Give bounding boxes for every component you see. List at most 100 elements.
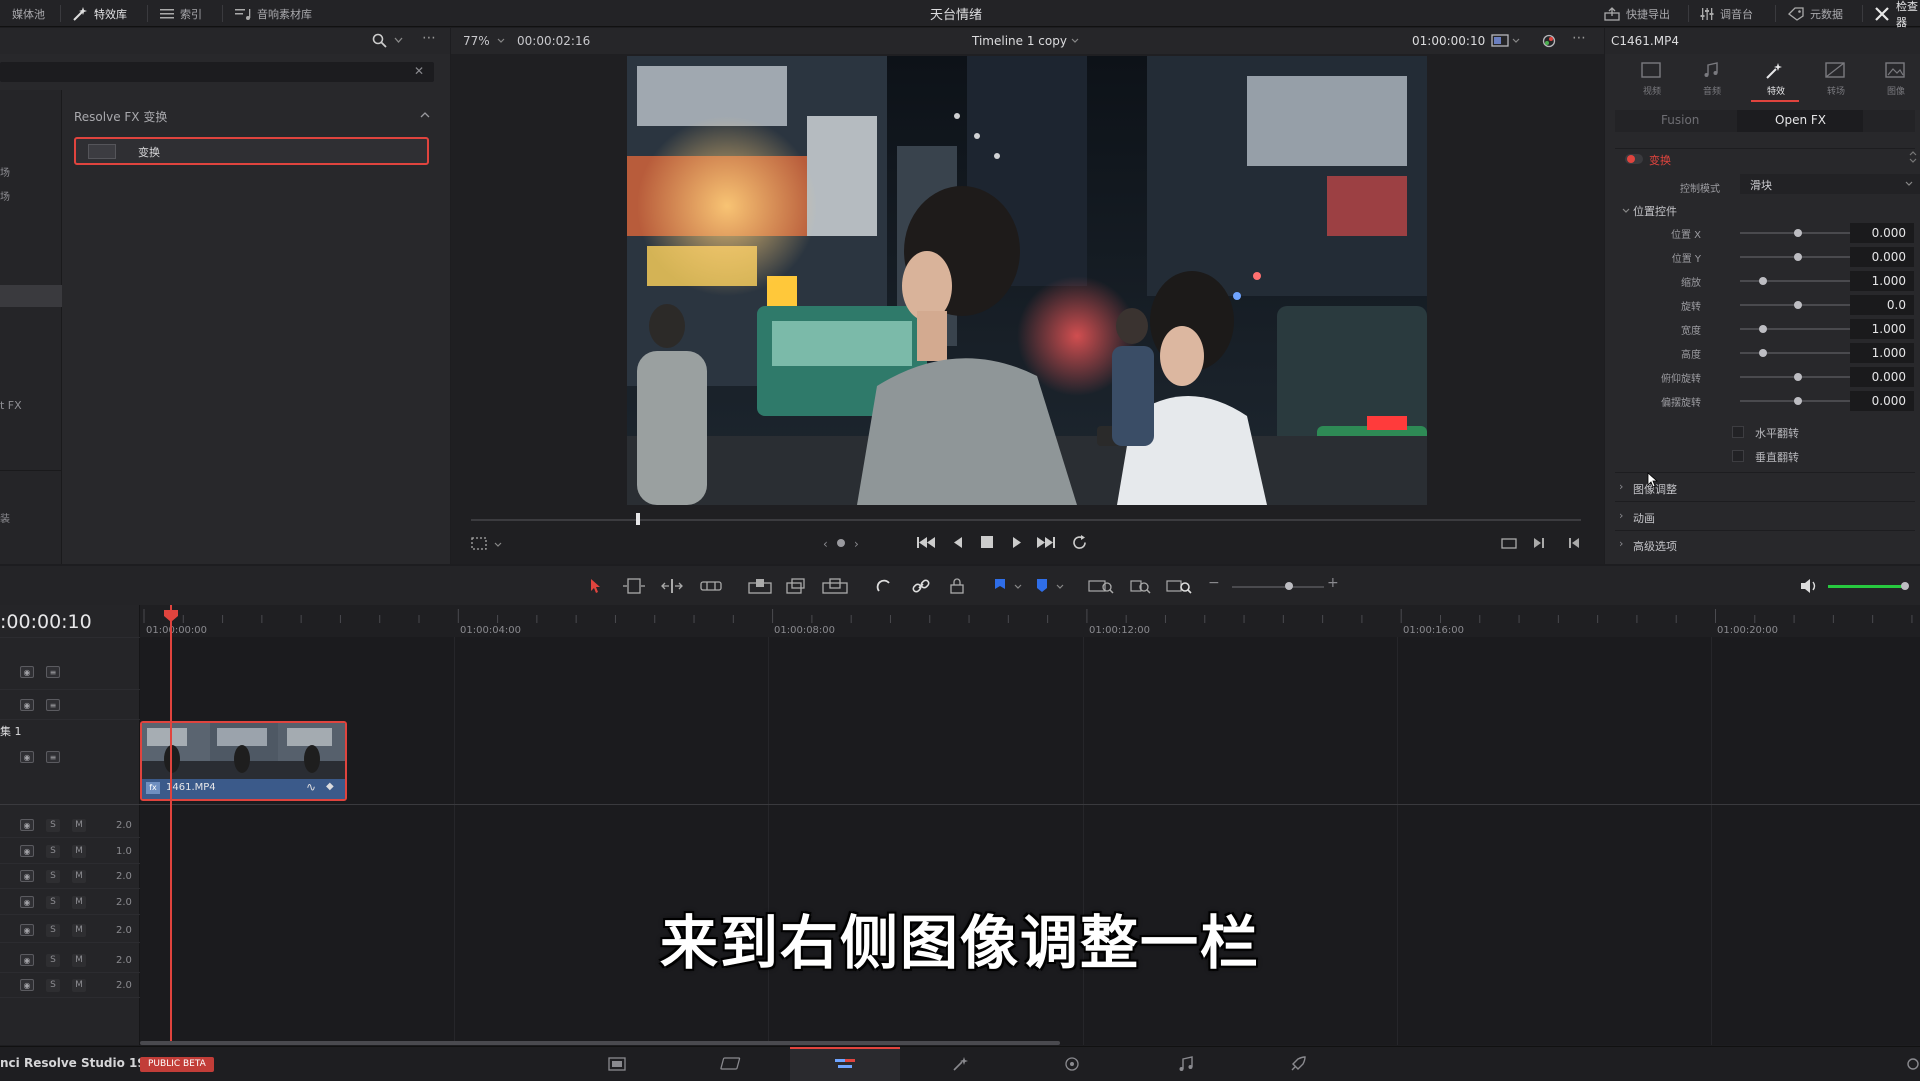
solo-button[interactable]: S — [46, 845, 60, 858]
param-slider-knob[interactable] — [1794, 253, 1802, 261]
more-options-icon[interactable]: ⋯ — [422, 30, 436, 46]
blade-tool-icon[interactable] — [700, 578, 722, 594]
media-pool-tab[interactable]: 媒体池 — [12, 0, 45, 27]
media-page-icon[interactable] — [608, 1057, 626, 1071]
volume-slider[interactable] — [1828, 585, 1906, 588]
param-slider-knob[interactable] — [1794, 229, 1802, 237]
zoom-slider[interactable] — [1232, 586, 1324, 588]
track-visibility-icon[interactable]: ◉ — [20, 699, 34, 711]
section-animation[interactable]: › 动画 — [1619, 508, 1909, 528]
tab-transition[interactable]: 转场 — [1815, 60, 1855, 102]
effects-search-input[interactable] — [0, 62, 434, 82]
param-value-field[interactable]: 0.000 — [1850, 367, 1914, 387]
go-to-start-icon[interactable] — [917, 536, 935, 549]
loop-icon[interactable] — [1072, 535, 1088, 550]
param-slider[interactable] — [1740, 328, 1856, 330]
timeline-name[interactable]: Timeline 1 copy — [972, 34, 1067, 48]
video-frame[interactable] — [627, 56, 1427, 505]
chevron-down-icon[interactable] — [1056, 584, 1064, 589]
flip-vertical-checkbox[interactable] — [1732, 450, 1744, 462]
viewer-mode-icon[interactable] — [1491, 34, 1509, 48]
position-group-title[interactable]: 位置控件 — [1633, 203, 1677, 219]
viewer-frame-icon[interactable] — [471, 537, 487, 550]
more-options-icon[interactable]: ⋯ — [1572, 30, 1586, 46]
metadata-tab[interactable]: 元数据 — [1788, 0, 1843, 27]
select-tool-icon[interactable] — [590, 578, 602, 594]
param-value-field[interactable]: 1.000 — [1850, 271, 1914, 291]
track-visibility-icon[interactable]: ◉ — [20, 819, 34, 831]
cut-page-icon[interactable] — [720, 1057, 742, 1071]
jog-wheel-icon[interactable] — [837, 539, 845, 547]
control-mode-select[interactable]: 滑块 — [1740, 174, 1920, 194]
mute-button[interactable]: M — [72, 870, 86, 883]
overwrite-clip-icon[interactable] — [786, 578, 806, 594]
mute-button[interactable]: M — [72, 819, 86, 832]
subtab-fusion[interactable]: Fusion — [1661, 113, 1699, 127]
flip-horizontal-checkbox[interactable] — [1732, 426, 1744, 438]
track-visibility-icon[interactable]: ◉ — [20, 870, 34, 882]
effect-item-transform[interactable]: 变换 — [74, 137, 429, 165]
track-lock-icon[interactable]: ≡ — [46, 751, 60, 763]
track-lock-icon[interactable]: ≡ — [46, 666, 60, 678]
volume-icon[interactable] — [1800, 578, 1818, 594]
settings-icon[interactable] — [1906, 1057, 1920, 1071]
collapse-icon[interactable] — [420, 112, 430, 118]
category-item-selected[interactable] — [0, 285, 62, 307]
zoom-detail-icon[interactable] — [1130, 578, 1152, 594]
category-item[interactable]: 场 — [0, 164, 10, 179]
chevron-down-icon[interactable] — [1512, 38, 1520, 43]
zoom-in-icon[interactable]: + — [1327, 575, 1339, 591]
snapping-icon[interactable] — [876, 578, 892, 594]
solo-button[interactable]: S — [46, 819, 60, 832]
zoom-full-icon[interactable] — [1088, 578, 1114, 594]
param-slider-knob[interactable] — [1759, 325, 1768, 333]
effect-name[interactable]: 变换 — [1649, 152, 1671, 168]
volume-slider-knob[interactable] — [1901, 582, 1909, 590]
insert-clip-icon[interactable] — [748, 578, 772, 594]
track-visibility-icon[interactable]: ◉ — [20, 845, 34, 857]
chevron-down-icon[interactable] — [1622, 208, 1630, 213]
play-icon[interactable] — [1012, 536, 1022, 549]
chevron-down-icon[interactable] — [1014, 584, 1022, 589]
param-slider-knob[interactable] — [1794, 373, 1802, 381]
zoom-out-icon[interactable]: − — [1208, 575, 1220, 591]
category-item-openfx[interactable]: t FX — [0, 399, 22, 412]
param-value-field[interactable]: 1.000 — [1850, 343, 1914, 363]
marker-icon[interactable] — [1036, 578, 1048, 594]
trim-tool-icon[interactable] — [622, 578, 646, 594]
timeline-ruler[interactable]: 01:00:00:00 01:00:04:00 01:00:08:00 01:0… — [140, 605, 1920, 637]
param-slider-knob[interactable] — [1759, 349, 1768, 357]
inspector-tab[interactable]: 检查器 — [1874, 0, 1920, 29]
chevron-down-icon[interactable] — [494, 542, 502, 547]
color-picker-icon[interactable] — [1542, 34, 1556, 48]
sound-library-tab[interactable]: 音响素材库 — [235, 0, 312, 27]
tab-effects[interactable]: 特效 — [1751, 60, 1799, 102]
flag-icon[interactable] — [994, 578, 1006, 594]
track-visibility-icon[interactable]: ◉ — [20, 751, 34, 763]
replace-clip-icon[interactable] — [822, 578, 848, 594]
tab-audio[interactable]: 音频 — [1691, 60, 1731, 102]
param-value-field[interactable]: 0.000 — [1850, 391, 1914, 411]
expand-collapse-icon[interactable] — [1909, 150, 1917, 164]
param-value-field[interactable]: 0.000 — [1850, 223, 1914, 243]
mute-button[interactable]: M — [72, 979, 86, 992]
link-icon[interactable] — [912, 578, 930, 594]
jog-left-icon[interactable]: ‹ — [823, 537, 828, 551]
timeline-scrollbar[interactable] — [140, 1041, 1060, 1045]
tab-image[interactable]: 图像 — [1875, 60, 1915, 102]
match-frame-icon[interactable] — [1501, 537, 1517, 550]
section-image-adjust[interactable]: › 图像调整 — [1619, 479, 1909, 499]
track-visibility-icon[interactable]: ◉ — [20, 979, 34, 991]
chevron-down-icon[interactable] — [1071, 38, 1079, 43]
search-icon[interactable] — [372, 33, 387, 48]
category-item[interactable]: 装 — [0, 510, 10, 525]
subtab-openfx[interactable]: Open FX — [1775, 113, 1826, 127]
quick-export-button[interactable]: 快捷导出 — [1604, 0, 1670, 27]
zoom-custom-icon[interactable] — [1166, 578, 1192, 594]
lock-icon[interactable] — [950, 578, 964, 594]
param-value-field[interactable]: 1.000 — [1850, 319, 1914, 339]
solo-button[interactable]: S — [46, 979, 60, 992]
edit-page-tab[interactable] — [790, 1047, 900, 1081]
category-item[interactable]: 场 — [0, 188, 10, 203]
jog-right-icon[interactable]: › — [854, 537, 859, 551]
